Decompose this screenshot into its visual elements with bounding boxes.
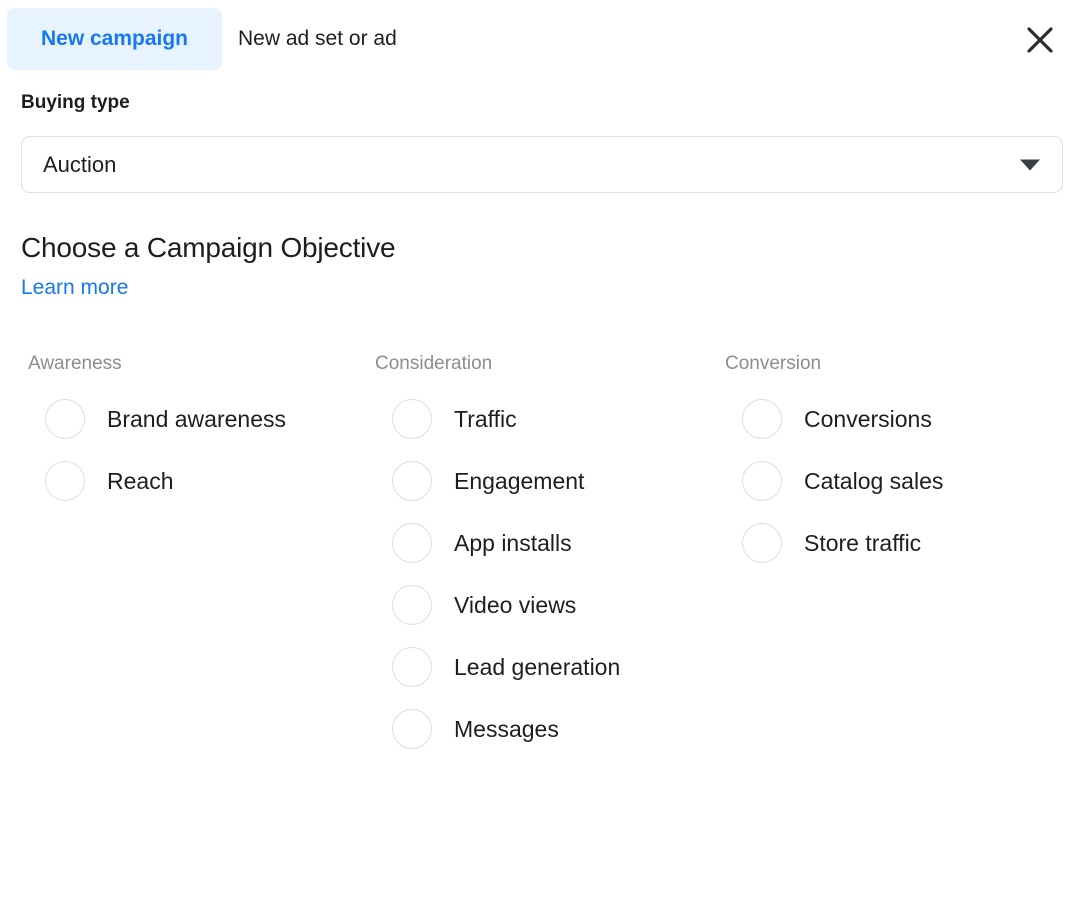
objective-option-messages[interactable]: Messages: [375, 698, 620, 760]
column-title-awareness: Awareness: [28, 352, 286, 376]
buying-type-select[interactable]: Auction: [21, 136, 1063, 193]
objective-option-lead-generation[interactable]: Lead generation: [375, 636, 620, 698]
objective-option-label: Brand awareness: [107, 406, 286, 433]
objective-column-consideration: Consideration Traffic Engagement App ins…: [375, 352, 620, 760]
objective-option-conversions[interactable]: Conversions: [725, 388, 943, 450]
tab-new-ad-set-or-ad[interactable]: New ad set or ad: [238, 8, 397, 70]
objective-option-reach[interactable]: Reach: [28, 450, 286, 512]
objective-option-traffic[interactable]: Traffic: [375, 388, 620, 450]
column-title-consideration: Consideration: [375, 352, 620, 376]
objective-option-label: Lead generation: [454, 654, 620, 681]
objective-option-label: App installs: [454, 530, 572, 557]
learn-more-link[interactable]: Learn more: [21, 276, 128, 300]
close-button[interactable]: [1016, 18, 1064, 62]
objective-option-label: Store traffic: [804, 530, 921, 557]
objective-option-brand-awareness[interactable]: Brand awareness: [28, 388, 286, 450]
radio-traffic[interactable]: [392, 399, 432, 439]
objective-option-label: Messages: [454, 716, 559, 743]
radio-brand-awareness[interactable]: [45, 399, 85, 439]
dialog-header: New campaign New ad set or ad: [0, 0, 1080, 80]
new-campaign-dialog: New campaign New ad set or ad Buying typ…: [0, 0, 1080, 913]
objective-option-engagement[interactable]: Engagement: [375, 450, 620, 512]
objective-option-label: Video views: [454, 592, 576, 619]
objective-option-label: Traffic: [454, 406, 517, 433]
buying-type-value: Auction: [43, 152, 116, 178]
objective-option-video-views[interactable]: Video views: [375, 574, 620, 636]
objective-option-label: Catalog sales: [804, 468, 943, 495]
radio-conversions[interactable]: [742, 399, 782, 439]
objective-option-store-traffic[interactable]: Store traffic: [725, 512, 943, 574]
radio-catalog-sales[interactable]: [742, 461, 782, 501]
objective-column-conversion: Conversion Conversions Catalog sales Sto…: [725, 352, 943, 574]
objective-option-label: Reach: [107, 468, 173, 495]
radio-reach[interactable]: [45, 461, 85, 501]
radio-app-installs[interactable]: [392, 523, 432, 563]
page-title: Choose a Campaign Objective: [21, 232, 395, 264]
radio-engagement[interactable]: [392, 461, 432, 501]
buying-type-label: Buying type: [21, 92, 130, 114]
radio-messages[interactable]: [392, 709, 432, 749]
chevron-down-icon: [1020, 159, 1040, 170]
close-icon: [1025, 25, 1055, 55]
tab-new-ad-set-or-ad-label: New ad set or ad: [238, 27, 397, 51]
dialog-footer: Cancel Continue: [0, 823, 1080, 913]
tab-new-campaign-label: New campaign: [41, 27, 188, 51]
objective-option-app-installs[interactable]: App installs: [375, 512, 620, 574]
radio-lead-generation[interactable]: [392, 647, 432, 687]
column-title-conversion: Conversion: [725, 352, 943, 376]
objective-column-awareness: Awareness Brand awareness Reach: [28, 352, 286, 512]
objective-option-catalog-sales[interactable]: Catalog sales: [725, 450, 943, 512]
objective-option-label: Engagement: [454, 468, 584, 495]
radio-store-traffic[interactable]: [742, 523, 782, 563]
radio-video-views[interactable]: [392, 585, 432, 625]
tab-new-campaign[interactable]: New campaign: [7, 8, 222, 70]
objective-option-label: Conversions: [804, 406, 932, 433]
